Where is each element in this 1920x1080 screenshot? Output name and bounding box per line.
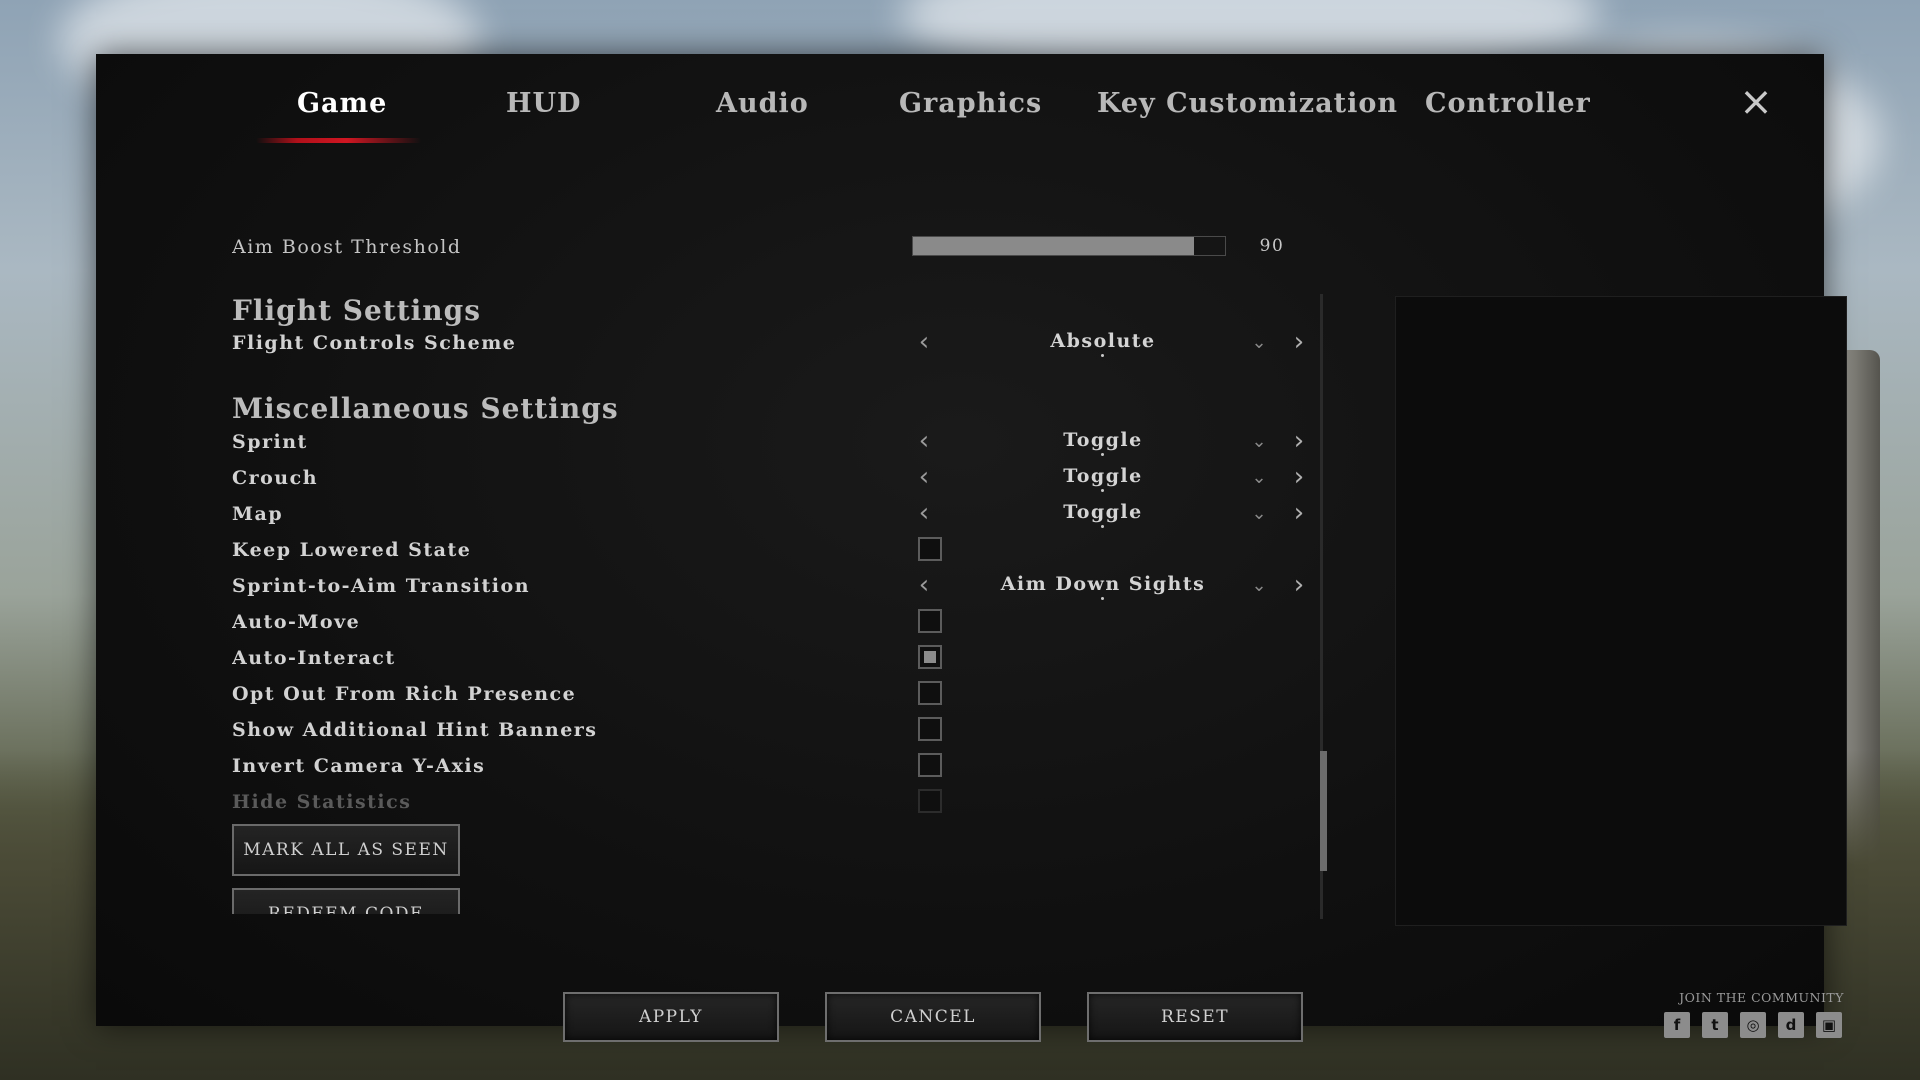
chevron-left-icon[interactable]: ‹	[912, 328, 936, 358]
chevron-left-icon[interactable]: ‹	[912, 499, 936, 529]
mark-all-as-seen-button[interactable]: MARK ALL AS SEEN	[232, 824, 460, 876]
map-selector[interactable]: ‹ Toggle ⌄ ›	[912, 499, 1312, 529]
chevron-left-icon[interactable]: ‹	[912, 463, 936, 493]
instagram-icon[interactable]: ◎	[1740, 1012, 1766, 1038]
auto-interact-checkbox[interactable]	[918, 645, 942, 669]
misc-settings-title: Miscellaneous Settings	[232, 392, 619, 425]
tab-controller[interactable]: Controller	[1425, 88, 1591, 119]
invert-camera-label: Invert Camera Y-Axis	[232, 755, 486, 777]
settings-list: Aim Boost Threshold 90 Flight Settings F…	[232, 224, 1332, 964]
keep-lowered-checkbox[interactable]	[918, 537, 942, 561]
auto-interact-label: Auto-Interact	[232, 647, 396, 669]
opt-out-rich-presence-label: Opt Out From Rich Presence	[232, 683, 577, 705]
hint-banners-label: Show Additional Hint Banners	[232, 719, 598, 741]
social-icons: f t ◎ d ▣	[1664, 1012, 1844, 1040]
invert-camera-checkbox[interactable]	[918, 753, 942, 777]
opt-out-rich-presence-checkbox[interactable]	[918, 681, 942, 705]
hide-statistics-checkbox[interactable]	[918, 789, 942, 813]
chevron-down-icon[interactable]: ⌄	[1247, 571, 1271, 601]
chevron-down-icon[interactable]: ⌄	[1247, 328, 1271, 358]
flight-scheme-label: Flight Controls Scheme	[232, 332, 517, 354]
chevron-right-icon[interactable]: ›	[1287, 571, 1311, 601]
sprint-to-aim-selector[interactable]: ‹ Aim Down Sights ⌄ ›	[912, 571, 1312, 601]
chevron-right-icon[interactable]: ›	[1287, 427, 1311, 457]
tab-hud[interactable]: HUD	[506, 88, 581, 119]
active-tab-underline	[256, 138, 421, 143]
sprint-selector[interactable]: ‹ Toggle ⌄ ›	[912, 427, 1312, 457]
tab-graphics[interactable]: Graphics	[899, 88, 1042, 119]
community-label: JOIN THE COMMUNITY	[1679, 990, 1844, 1005]
sprint-value[interactable]: Toggle	[952, 429, 1254, 451]
reset-button[interactable]: RESET	[1087, 992, 1303, 1042]
crouch-label: Crouch	[232, 467, 319, 489]
crouch-value[interactable]: Toggle	[952, 465, 1254, 487]
twitter-icon[interactable]: t	[1702, 1012, 1728, 1038]
tab-key-customization[interactable]: Key Customization	[1097, 88, 1398, 119]
chevron-right-icon[interactable]: ›	[1287, 499, 1311, 529]
cancel-button[interactable]: CANCEL	[825, 992, 1041, 1042]
redeem-clip: REDEEM CODE	[232, 888, 472, 914]
chevron-right-icon[interactable]: ›	[1287, 328, 1311, 358]
hint-banners-checkbox[interactable]	[918, 717, 942, 741]
keep-lowered-label: Keep Lowered State	[232, 539, 472, 561]
hide-statistics-label: Hide Statistics	[232, 791, 412, 813]
aim-boost-slider[interactable]	[912, 236, 1226, 256]
chevron-right-icon[interactable]: ›	[1287, 463, 1311, 493]
map-value[interactable]: Toggle	[952, 501, 1254, 523]
tab-bar: Game HUD Audio Graphics Key Customizatio…	[96, 88, 1824, 143]
chevron-left-icon[interactable]: ‹	[912, 427, 936, 457]
setting-preview-pane	[1395, 296, 1847, 926]
discord-icon[interactable]: d	[1778, 1012, 1804, 1038]
redeem-code-button[interactable]: REDEEM CODE	[232, 888, 460, 914]
selector-indicator-dot	[1101, 597, 1104, 600]
map-label: Map	[232, 503, 284, 525]
selector-indicator-dot	[1101, 453, 1104, 456]
chevron-left-icon[interactable]: ‹	[912, 571, 936, 601]
selector-indicator-dot	[1101, 489, 1104, 492]
tab-audio[interactable]: Audio	[716, 88, 809, 119]
chevron-down-icon[interactable]: ⌄	[1247, 463, 1271, 493]
flight-scheme-selector[interactable]: ‹ Absolute ⌄ ›	[912, 328, 1312, 358]
selector-indicator-dot	[1101, 354, 1104, 357]
community-links: JOIN THE COMMUNITY f t ◎ d ▣	[1664, 990, 1844, 1038]
crouch-selector[interactable]: ‹ Toggle ⌄ ›	[912, 463, 1312, 493]
selector-indicator-dot	[1101, 525, 1104, 528]
sprint-to-aim-label: Sprint-to-Aim Transition	[232, 575, 531, 597]
sprint-to-aim-value[interactable]: Aim Down Sights	[952, 573, 1254, 595]
flight-scheme-value[interactable]: Absolute	[952, 330, 1254, 352]
aim-boost-slider-fill	[913, 237, 1194, 255]
aim-boost-label: Aim Boost Threshold	[232, 236, 462, 258]
aim-boost-value: 90	[1259, 236, 1285, 256]
auto-move-checkbox[interactable]	[918, 609, 942, 633]
chevron-down-icon[interactable]: ⌄	[1247, 427, 1271, 457]
chevron-down-icon[interactable]: ⌄	[1247, 499, 1271, 529]
apply-button[interactable]: APPLY	[563, 992, 779, 1042]
tab-game[interactable]: Game	[297, 88, 387, 119]
twitch-icon[interactable]: ▣	[1816, 1012, 1842, 1038]
facebook-icon[interactable]: f	[1664, 1012, 1690, 1038]
sprint-label: Sprint	[232, 431, 308, 453]
flight-settings-title: Flight Settings	[232, 294, 482, 327]
auto-move-label: Auto-Move	[232, 611, 361, 633]
close-icon[interactable]: ×	[1738, 82, 1774, 122]
